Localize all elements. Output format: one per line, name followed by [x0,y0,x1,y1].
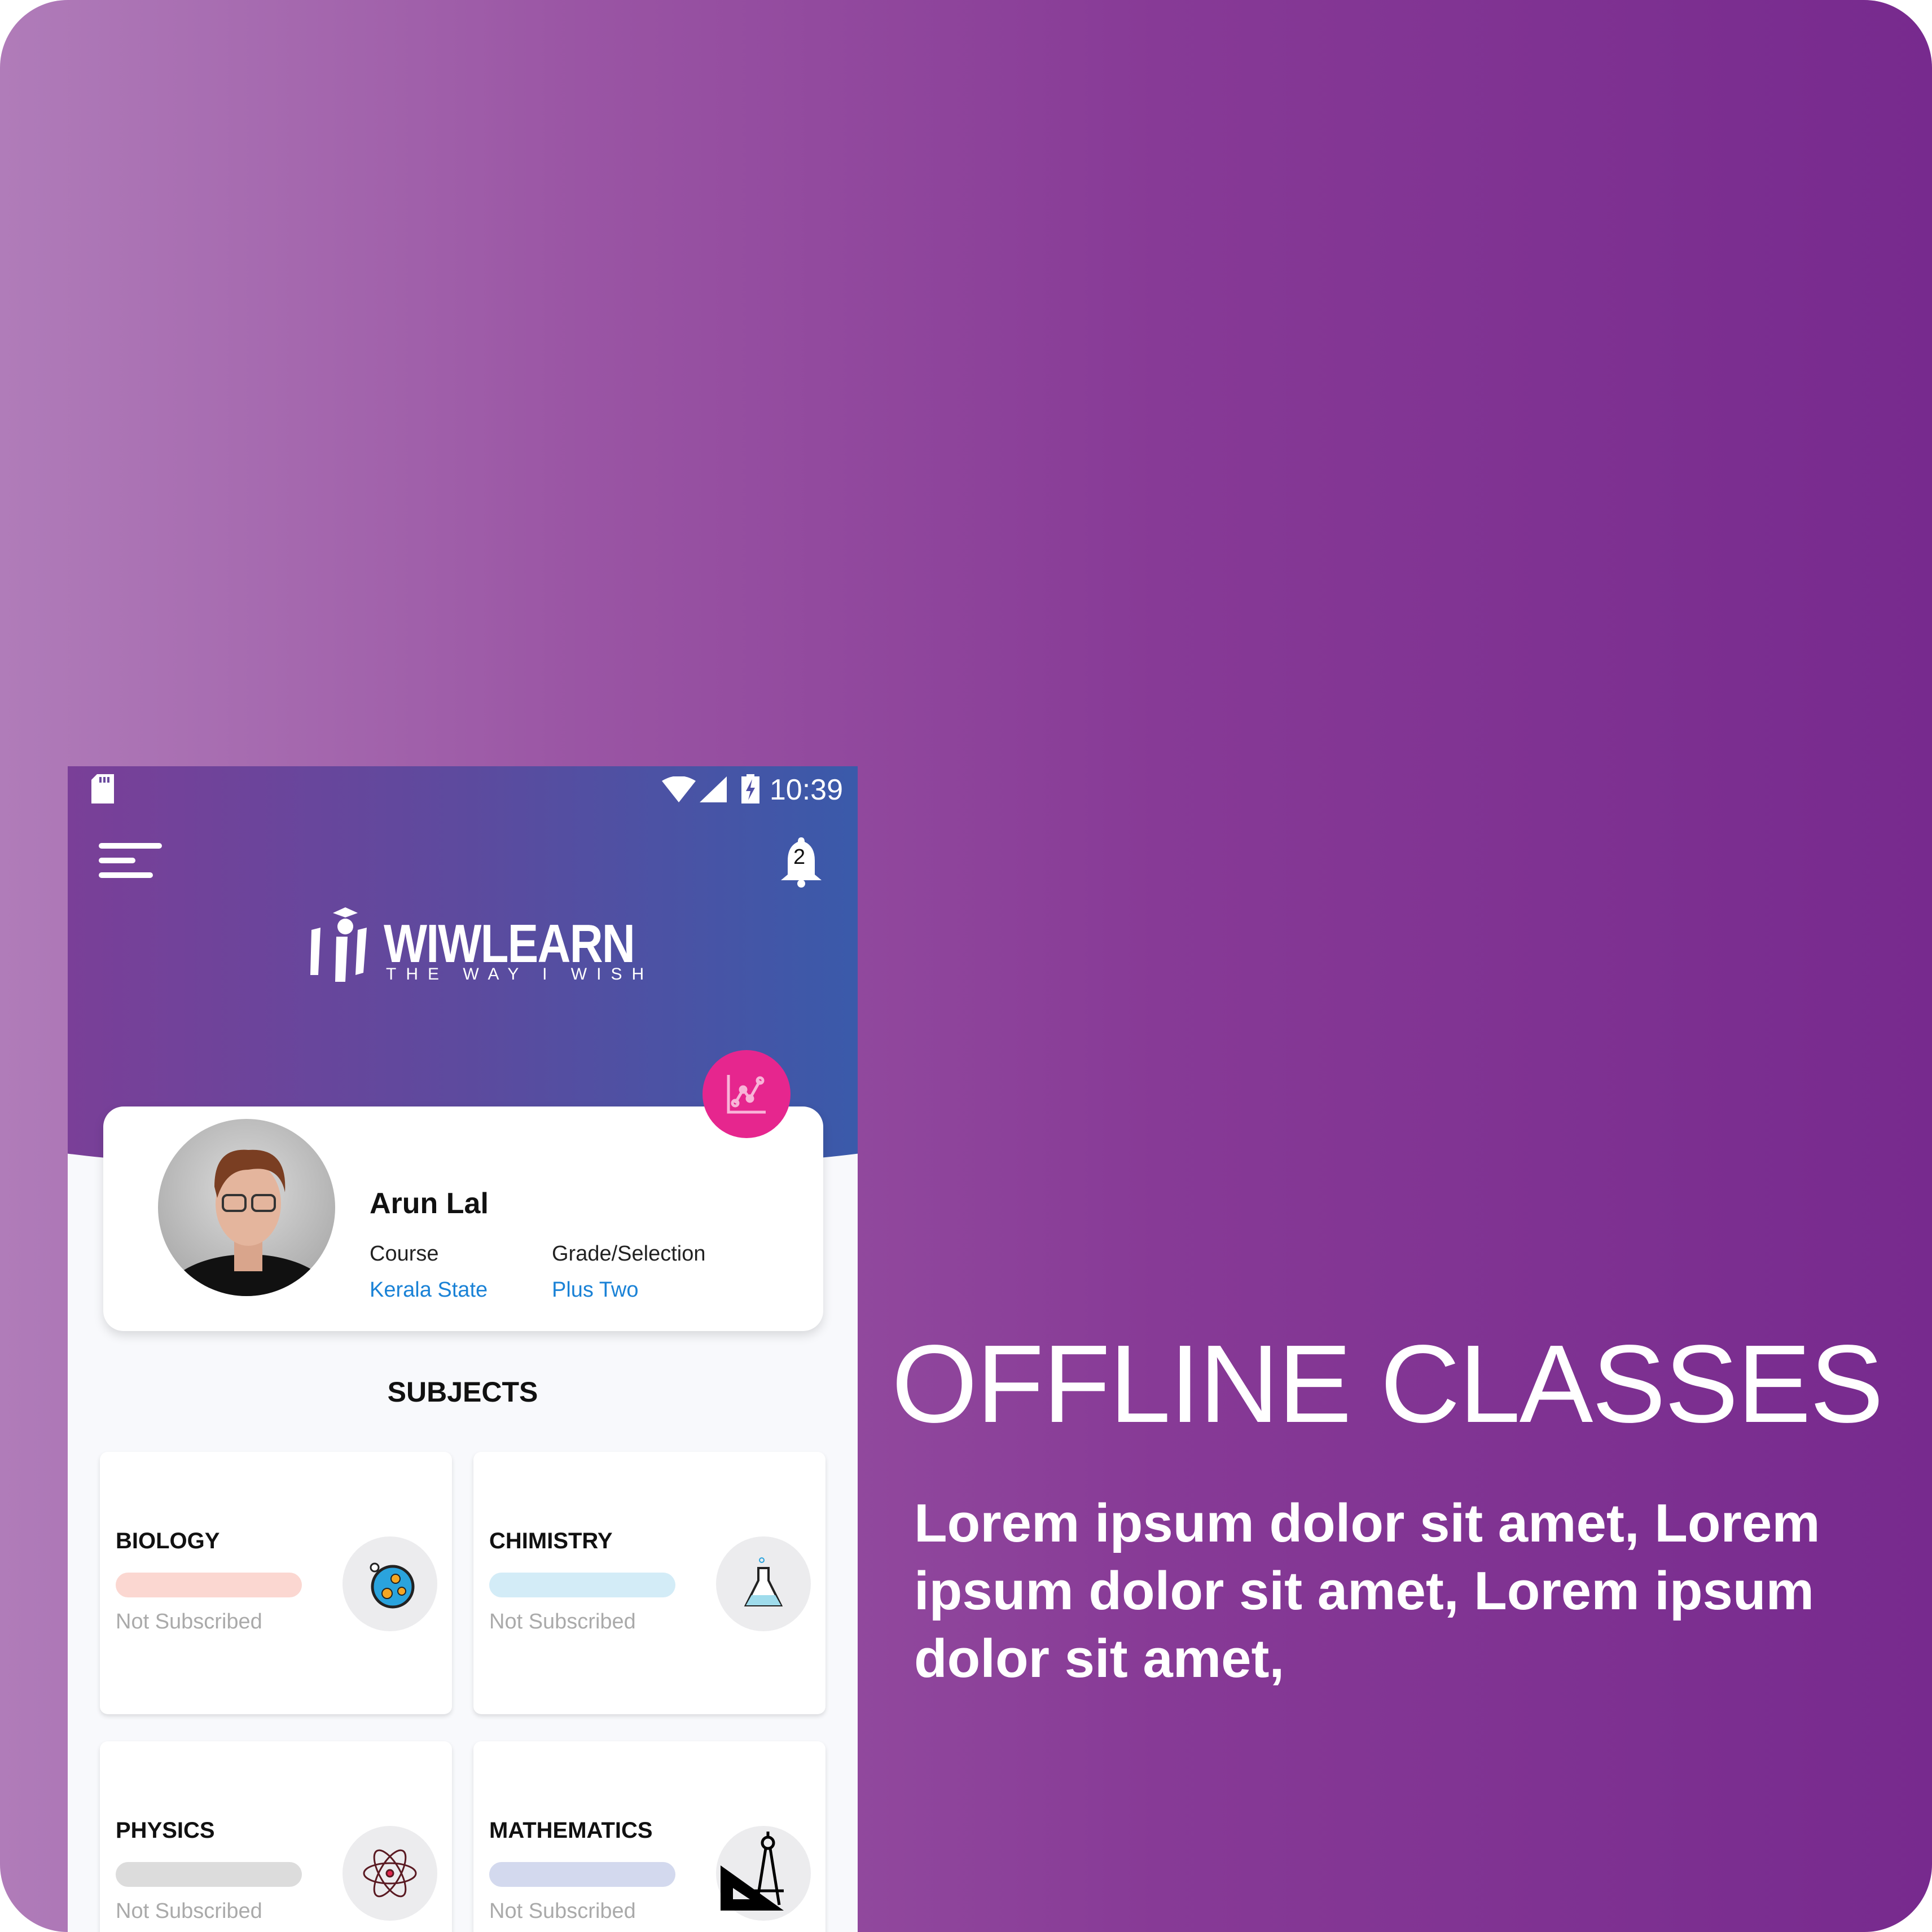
grade-label: Grade/Selection [552,1242,706,1266]
student-name: Arun Lal [370,1187,489,1220]
logo-tagline: THE WAY I WISH [386,965,654,983]
status-time: 10:39 [769,774,843,806]
course-label: Course [370,1242,439,1266]
subject-progress-bar [116,1573,302,1597]
subject-progress-bar [489,1862,675,1887]
promo-headline: OFFLINE CLASSES [892,1322,1883,1446]
subject-card-physics[interactable]: PHYSICS Not Subscribed [100,1741,452,1932]
subject-name: CHIMISTRY [489,1529,613,1553]
chart-line-icon [727,1075,766,1114]
subject-card-mathematics[interactable]: MATHEMATICS Not Subscribed [473,1741,826,1932]
subscription-status: Not Subscribed [116,1610,262,1634]
wiwlearn-logo: WIWLEARN THE WAY I WISH [310,907,644,986]
logo-mark-icon [310,907,367,982]
subject-name: BIOLOGY [116,1529,220,1553]
course-value: Kerala State [370,1278,488,1302]
subject-progress-bar [489,1573,675,1597]
notification-count: 2 [793,845,806,869]
compass-ruler-icon [716,1826,811,1921]
wifi-icon [662,776,696,809]
subject-card-biology[interactable]: BIOLOGY Not Subscribed [100,1452,452,1714]
notification-bell-button[interactable]: 2 [779,835,824,889]
subscription-status: Not Subscribed [489,1610,636,1634]
avatar [158,1119,335,1296]
battery-charging-icon [741,774,759,810]
flask-icon [716,1536,811,1631]
sd-card-icon [91,774,114,810]
subjects-heading: SUBJECTS [387,1376,538,1408]
promo-canvas: 10:39 2 WIWLEARN THE WAY I WISH Arun Lal… [0,0,1932,1932]
grade-value: Plus Two [552,1278,639,1302]
petri-dish-icon [343,1536,437,1631]
phone-screen: 10:39 2 WIWLEARN THE WAY I WISH Arun Lal… [68,766,858,1932]
subject-card-chemistry[interactable]: CHIMISTRY Not Subscribed [473,1452,826,1714]
subject-name: PHYSICS [116,1818,215,1843]
signal-icon [700,776,727,809]
progress-chart-button[interactable] [702,1050,791,1138]
profile-card: Arun Lal Course Kerala State Grade/Selec… [103,1106,823,1331]
subscription-status: Not Subscribed [489,1899,636,1923]
atom-icon [343,1826,437,1921]
subject-progress-bar [116,1862,302,1887]
subject-name: MATHEMATICS [489,1818,653,1843]
subscription-status: Not Subscribed [116,1899,262,1923]
promo-body: Lorem ipsum dolor sit amet, Lorem ipsum … [914,1493,1820,1689]
menu-button[interactable] [99,843,162,878]
